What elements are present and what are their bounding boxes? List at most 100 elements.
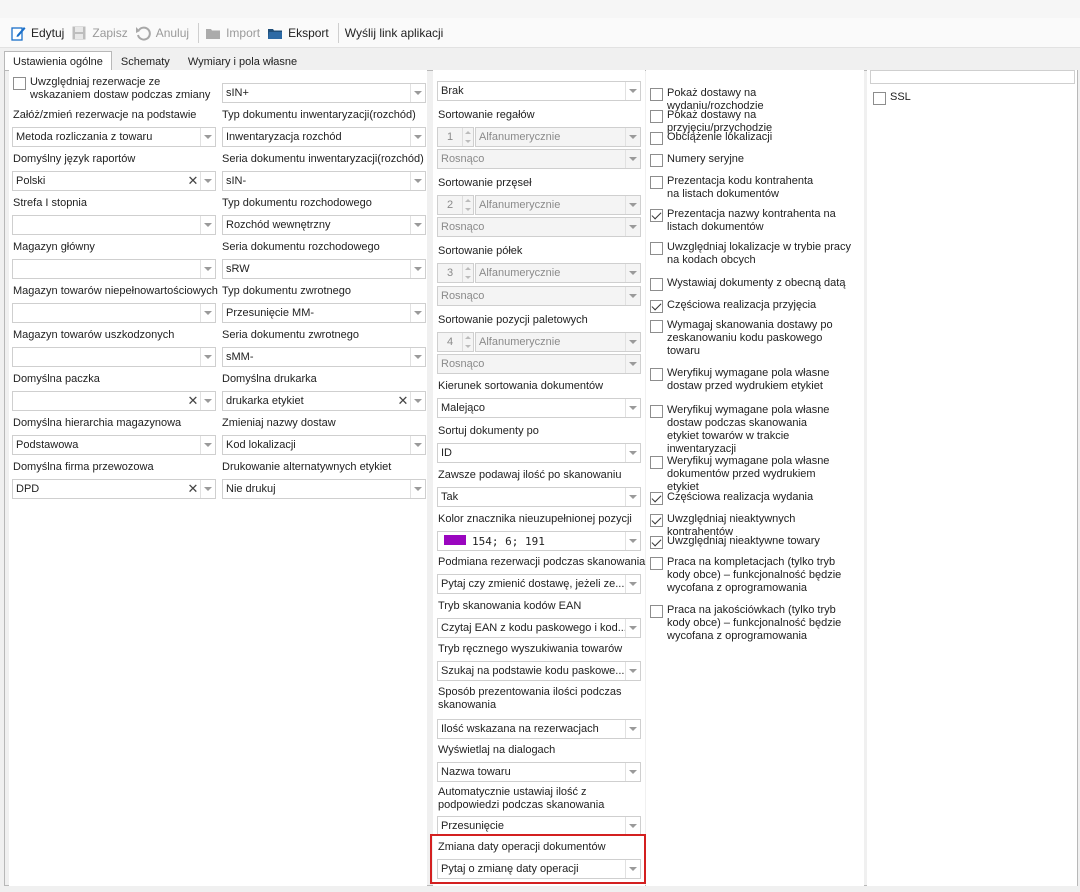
checkbox-checked[interactable] — [650, 300, 663, 313]
dropdown-arrow-icon[interactable] — [625, 82, 640, 100]
dropdown-arrow-icon[interactable] — [625, 619, 640, 637]
cancel-button[interactable]: Anuluj — [133, 21, 194, 45]
dropdown-arrow-icon[interactable] — [200, 128, 215, 146]
tab-dimensions-custom-fields[interactable]: Wymiary i pola własne — [179, 51, 306, 72]
dropdown-arrow-icon[interactable] — [410, 436, 425, 454]
dropdown-arrow-icon[interactable] — [625, 720, 640, 738]
stepper-down-icon[interactable] — [464, 208, 471, 211]
checkbox[interactable] — [650, 242, 663, 255]
dropdown-arrow-icon[interactable] — [410, 128, 425, 146]
dropdown-arrow-icon[interactable] — [200, 392, 215, 410]
dropdown-arrow-icon[interactable] — [625, 532, 640, 550]
dropdown-arrow-icon[interactable] — [625, 763, 640, 781]
rack-order-select[interactable]: Rosnąco — [437, 149, 641, 169]
edit-button[interactable]: Edytuj — [8, 21, 69, 45]
stepper-up-icon[interactable] — [464, 267, 471, 270]
shelf-order-select[interactable]: Rosnąco — [437, 286, 641, 306]
option-checkbox[interactable]: Praca na kompletacjach (tylko tryb kody … — [650, 556, 850, 595]
dropdown-arrow-icon[interactable] — [410, 84, 425, 102]
dialog-display-select[interactable]: Nazwa towaru — [437, 762, 641, 782]
dropdown-arrow-icon[interactable] — [410, 348, 425, 366]
return-doc-type-select[interactable]: Przesunięcie MM- — [222, 303, 426, 323]
checkbox-checked[interactable] — [650, 514, 663, 527]
checkbox-checked[interactable] — [650, 492, 663, 505]
dropdown-arrow-icon[interactable] — [625, 662, 640, 680]
checkbox[interactable] — [650, 368, 663, 381]
checkbox[interactable] — [650, 88, 663, 101]
ssl-checkbox[interactable]: SSL — [873, 91, 911, 105]
dropdown-arrow-icon[interactable] — [625, 196, 640, 214]
shelf-mode-select[interactable]: Alfanumerycznie — [475, 263, 641, 283]
checkbox[interactable] — [650, 320, 663, 333]
import-button[interactable]: Import — [203, 21, 265, 45]
inventory-series-in-select[interactable]: sIN+ — [222, 83, 426, 103]
checkbox[interactable] — [650, 456, 663, 469]
substandard-warehouse-select[interactable] — [12, 303, 216, 323]
report-language-select[interactable]: Polski ✕ — [12, 171, 216, 191]
reservation-basis-select[interactable]: Metoda rozliczania z towaru — [12, 127, 216, 147]
dropdown-arrow-icon[interactable] — [200, 480, 215, 498]
connection-input[interactable] — [870, 70, 1075, 84]
damaged-warehouse-select[interactable] — [12, 347, 216, 367]
dropdown-arrow-icon[interactable] — [410, 480, 425, 498]
checkbox[interactable] — [650, 557, 663, 570]
checkbox[interactable] — [650, 278, 663, 291]
inventory-series-out-select[interactable]: sIN- — [222, 171, 426, 191]
carrier-select[interactable]: DPD ✕ — [12, 479, 216, 499]
main-warehouse-select[interactable] — [12, 259, 216, 279]
dropdown-arrow-icon[interactable] — [200, 348, 215, 366]
tab-general-settings[interactable]: Ustawienia ogólne — [4, 51, 112, 72]
issue-doc-type-select[interactable]: Rozchód wewnętrzny — [222, 215, 426, 235]
dropdown-arrow-icon[interactable] — [625, 150, 640, 168]
clear-icon[interactable]: ✕ — [186, 481, 200, 497]
dropdown-arrow-icon[interactable] — [410, 216, 425, 234]
dropdown-arrow-icon[interactable] — [625, 218, 640, 236]
stepper-up-icon[interactable] — [464, 336, 471, 339]
pallet-mode-select[interactable]: Alfanumerycznie — [475, 332, 641, 352]
dropdown-arrow-icon[interactable] — [410, 172, 425, 190]
pallet-order-stepper[interactable]: 4 — [437, 332, 474, 352]
clear-icon[interactable]: ✕ — [186, 173, 200, 189]
checkbox[interactable] — [650, 405, 663, 418]
checkbox[interactable] — [650, 110, 663, 123]
clear-icon[interactable]: ✕ — [396, 393, 410, 409]
dropdown-arrow-icon[interactable] — [410, 304, 425, 322]
manual-search-mode-select[interactable]: Szukaj na podstawie kodu paskowe... — [437, 661, 641, 681]
dropdown-arrow-icon[interactable] — [625, 128, 640, 146]
stepper-down-icon[interactable] — [464, 140, 471, 143]
option-checkbox[interactable]: Praca na jakościówkach (tylko tryb kody … — [650, 604, 850, 643]
marker-color-picker[interactable]: 154; 6; 191 — [437, 531, 641, 551]
checkbox[interactable] — [873, 92, 886, 105]
checkbox[interactable] — [650, 605, 663, 618]
stepper-up-icon[interactable] — [464, 199, 471, 202]
hierarchy-select[interactable]: Podstawowa — [12, 435, 216, 455]
dropdown-arrow-icon[interactable] — [625, 817, 640, 835]
qty-after-scan-select[interactable]: Tak — [437, 487, 641, 507]
return-series-select[interactable]: sMM- — [222, 347, 426, 367]
option-checkbox[interactable]: Prezentacja kodu kontrahenta na listach … — [650, 175, 825, 201]
span-order-stepper[interactable]: 2 — [437, 195, 474, 215]
stepper-down-icon[interactable] — [464, 276, 471, 279]
dropdown-arrow-icon[interactable] — [625, 444, 640, 462]
checkbox[interactable] — [650, 154, 663, 167]
default-package-select[interactable]: ✕ — [12, 391, 216, 411]
dropdown-arrow-icon[interactable] — [200, 172, 215, 190]
checkbox[interactable] — [650, 176, 663, 189]
option-checkbox[interactable]: Wymagaj skanowania dostawy po zeskanowan… — [650, 319, 835, 358]
option-checkbox[interactable]: Numery seryjne — [650, 153, 850, 167]
clear-icon[interactable]: ✕ — [186, 393, 200, 409]
dropdown-arrow-icon[interactable] — [200, 436, 215, 454]
option-checkbox[interactable]: Weryfikuj wymagane pola własne dostaw po… — [650, 404, 840, 456]
dropdown-arrow-icon[interactable] — [625, 399, 640, 417]
option-checkbox[interactable]: Obciążenie lokalizacji — [650, 131, 850, 145]
option-checkbox[interactable]: Uwzględniaj nieaktywne towary — [650, 535, 850, 549]
span-mode-select[interactable]: Alfanumerycznie — [475, 195, 641, 215]
checkbox[interactable] — [650, 132, 663, 145]
option-checkbox[interactable]: Weryfikuj wymagane pola własne dokumentó… — [650, 455, 850, 494]
dropdown-arrow-icon[interactable] — [410, 392, 425, 410]
dropdown-arrow-icon[interactable] — [625, 488, 640, 506]
dropdown-arrow-icon[interactable] — [625, 355, 640, 373]
top-select[interactable]: Brak — [437, 81, 641, 101]
alt-labels-select[interactable]: Nie drukuj — [222, 479, 426, 499]
dropdown-arrow-icon[interactable] — [200, 304, 215, 322]
